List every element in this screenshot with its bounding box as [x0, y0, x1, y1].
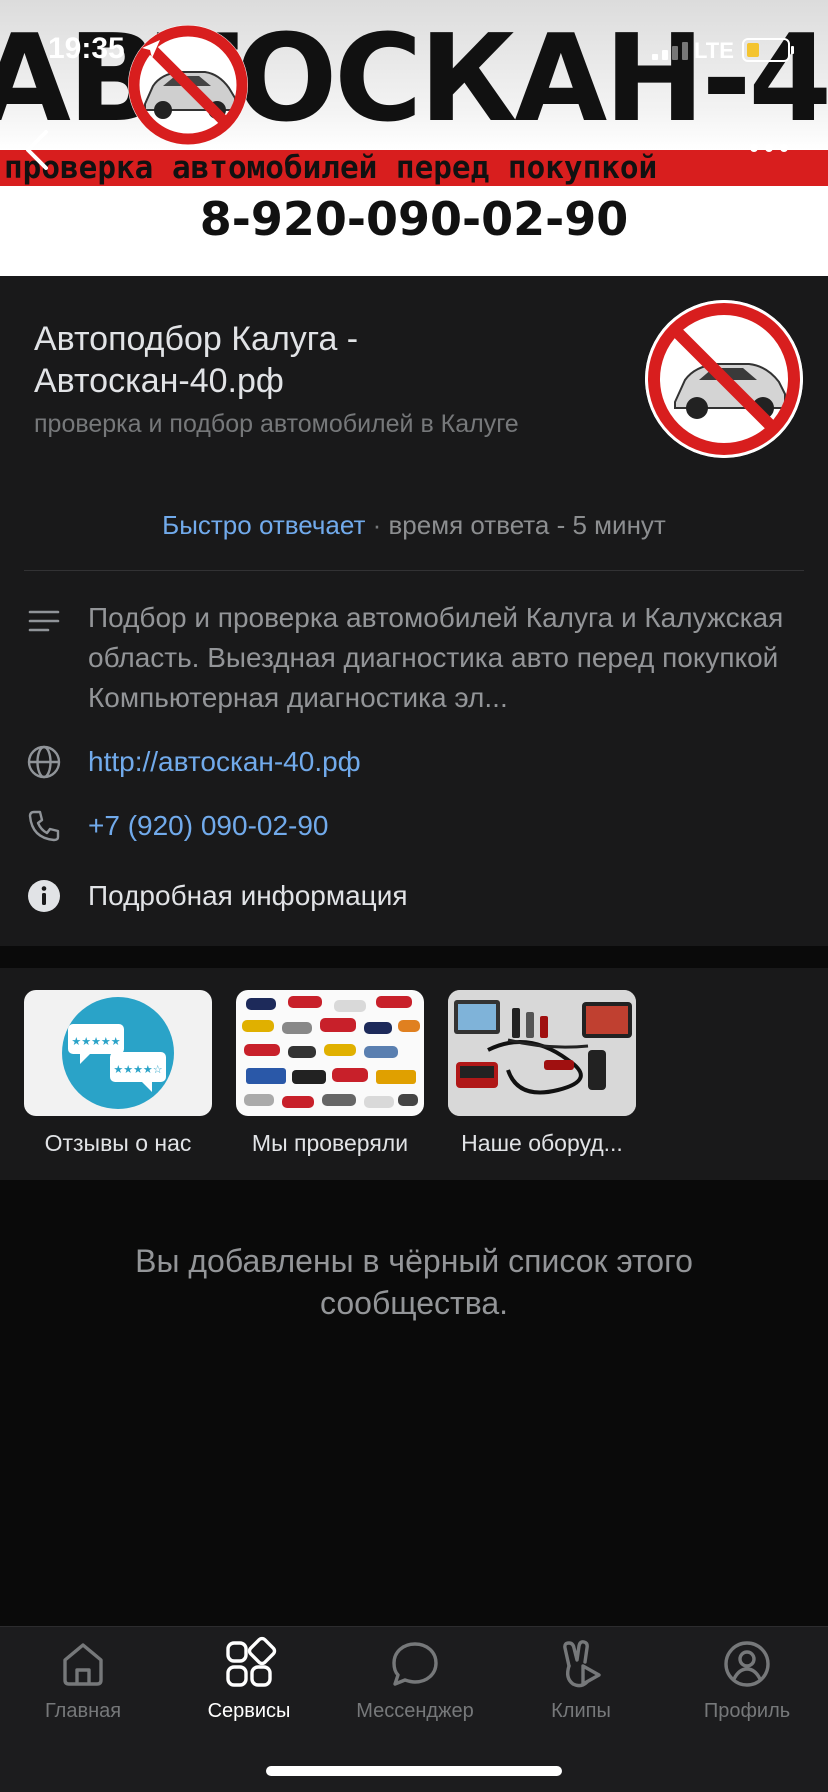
cover-slogan: проверка автомобилей перед покупкой [4, 150, 658, 186]
phone-icon [28, 810, 60, 842]
tab-clips[interactable]: Клипы [498, 1636, 664, 1723]
album-reviews[interactable]: ★★★★★ ★★★★☆ Отзывы о нас [24, 990, 212, 1157]
website-link[interactable]: http://автоскан-40.рф [88, 742, 800, 782]
tab-label: Мессенджер [356, 1700, 474, 1722]
signal-icon [652, 40, 688, 60]
phone-link[interactable]: +7 (920) 090-02-90 [88, 806, 800, 846]
reviews-chat-icon: ★★★★★ ★★★★☆ [62, 997, 174, 1109]
reply-time-text: время ответа - 5 минут [388, 510, 666, 540]
community-status: проверка и подбор автомобилей в Калуге [34, 410, 519, 438]
fast-reply-badge: Быстро отвечает [162, 510, 366, 540]
back-icon[interactable] [18, 126, 58, 174]
equipment-photo-icon [448, 990, 636, 1116]
tab-profile[interactable]: Профиль [664, 1636, 828, 1723]
tab-label: Главная [44, 1700, 122, 1722]
home-icon [63, 1643, 103, 1686]
svg-text:★★★★★: ★★★★★ [71, 1035, 120, 1048]
community-description: Подбор и проверка автомобилей Калуга и К… [88, 602, 784, 713]
no-car-avatar-icon [645, 300, 803, 458]
blacklist-message: Вы добавлены в чёрный список этого сообщ… [135, 1243, 693, 1321]
community-avatar[interactable] [645, 300, 803, 458]
album-label: Мы проверяли [251, 1130, 409, 1156]
services-icon [226, 1636, 277, 1687]
messenger-icon [392, 1642, 438, 1686]
network-type: LTE [694, 38, 734, 63]
album-checked-cars[interactable]: Мы проверяли [236, 990, 424, 1157]
album-label: Отзывы о нас [44, 1130, 192, 1156]
album-thumbnail: ★★★★★ ★★★★☆ [24, 990, 212, 1116]
info-icon [28, 880, 60, 912]
tab-label: Сервисы [207, 1700, 291, 1722]
svg-text:★★★★☆: ★★★★☆ [113, 1063, 162, 1076]
more-info-row[interactable]: Подробная информация [0, 876, 828, 920]
tab-messenger[interactable]: Мессенджер [332, 1636, 498, 1723]
more-info-label: Подробная информация [88, 880, 408, 911]
description-lines-icon [28, 610, 60, 632]
status-time: 19:35 [48, 32, 125, 65]
tab-label: Профиль [703, 1700, 791, 1722]
clips-icon [563, 1640, 601, 1688]
tab-label: Клипы [551, 1700, 611, 1722]
album-label: Наше оборуд... [461, 1130, 623, 1156]
reply-separator: · [365, 510, 389, 540]
response-time-line: Быстро отвечает · время ответа - 5 минут [0, 510, 828, 541]
home-indicator[interactable] [266, 1766, 562, 1776]
battery-icon [742, 38, 794, 62]
profile-icon [724, 1641, 770, 1687]
website-row[interactable]: http://автоскан-40.рф [0, 742, 828, 786]
tab-home[interactable]: Главная [0, 1636, 166, 1723]
location-arrow-icon [142, 40, 160, 58]
cover-phone: 8-920-090-02-90 [199, 192, 629, 246]
album-thumbnail [448, 990, 636, 1116]
album-equipment[interactable]: Наше оборуд... [448, 990, 636, 1157]
album-thumbnail [236, 990, 424, 1116]
cars-collage-icon [242, 996, 420, 1108]
tab-services[interactable]: Сервисы [166, 1636, 332, 1723]
community-name: Автоподбор Калуга - Автоскан-40.рф [34, 320, 359, 400]
phone-row[interactable]: +7 (920) 090-02-90 [0, 806, 828, 850]
description-row[interactable]: Подбор и проверка автомобилей Калуга и К… [0, 598, 828, 724]
globe-icon [27, 745, 61, 779]
divider [24, 570, 804, 571]
more-options-icon[interactable] [746, 138, 792, 158]
